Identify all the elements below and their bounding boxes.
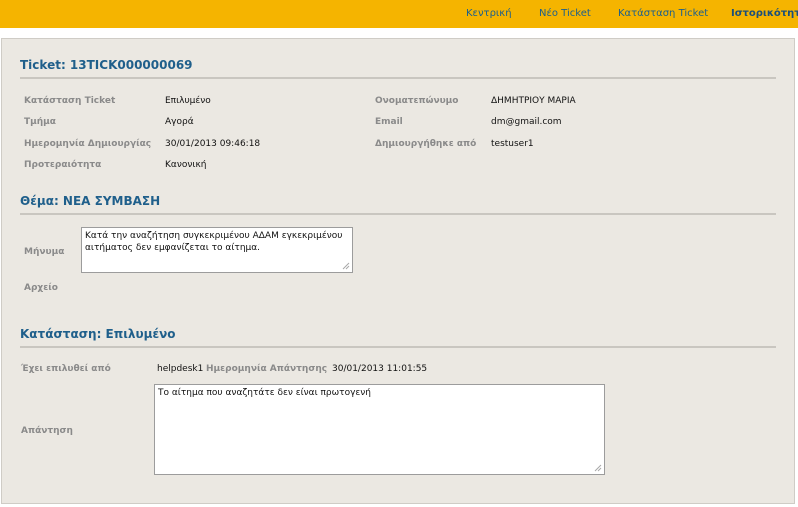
top-nav-bar: Κεντρική Νέο Ticket Κατάσταση Ticket Ιστ… (0, 0, 798, 28)
department-label: Τμήμα (24, 117, 56, 127)
nav-home-link[interactable]: Κεντρική (466, 0, 512, 28)
subject-title: Θέμα: ΝΕΑ ΣΥΜΒΑΣΗ (20, 194, 161, 208)
created-date-label: Ημερομηνία Δημιουργίας (24, 139, 152, 149)
created-date-value: 30/01/2013 09:46:18 (165, 139, 261, 149)
answer-text: Το αίτημα που αναζητάτε δεν είναι πρωτογ… (158, 388, 372, 398)
nav-new-ticket-link[interactable]: Νέο Ticket (539, 0, 591, 28)
nav-ticket-status-link[interactable]: Κατάσταση Ticket (618, 0, 708, 28)
answer-label: Απάντηση (21, 426, 73, 436)
ticket-divider (20, 77, 776, 79)
created-by-value: testuser1 (491, 139, 534, 149)
fullname-label: Ονοματεπώνυμο (375, 96, 459, 106)
solved-by-label: Έχει επιλυθεί από (21, 364, 111, 374)
subject-divider (20, 213, 776, 215)
resize-grip-icon[interactable] (342, 262, 350, 270)
status-value: Επιλυμένο (165, 96, 211, 106)
resolution-title: Κατάσταση: Επιλυμένο (20, 327, 176, 341)
message-text: Κατά την αναζήτηση συγκεκριμένου ΑΔΑΜ εγ… (85, 231, 343, 253)
solved-by-value: helpdesk1 (157, 364, 204, 374)
priority-value: Κανονική (165, 160, 207, 170)
resolution-divider (20, 346, 776, 348)
answer-textarea[interactable]: Το αίτημα που αναζητάτε δεν είναι πρωτογ… (154, 384, 605, 475)
message-label: Μήνυμα (24, 247, 65, 257)
email-value: dm@gmail.com (491, 117, 562, 127)
ticket-title: Ticket: 13TICK000000069 (20, 58, 193, 72)
answer-date-value: 30/01/2013 11:01:55 (332, 364, 428, 374)
fullname-value: ΔΗΜΗΤΡΙΟΥ ΜΑΡΙΑ (491, 96, 576, 106)
status-label: Κατάσταση Ticket (24, 96, 116, 106)
email-label: Email (375, 117, 403, 127)
created-by-label: Δημιουργήθηκε από (375, 139, 477, 149)
answer-date-label: Ημερομηνία Απάντησης (206, 364, 328, 374)
resize-grip-icon[interactable] (594, 464, 602, 472)
nav-history-link[interactable]: Ιστορικότητα (731, 0, 798, 28)
file-label: Αρχείο (24, 283, 58, 293)
ticket-details-panel: Ticket: 13TICK000000069 Κατάσταση Ticket… (1, 38, 795, 504)
message-textarea[interactable]: Κατά την αναζήτηση συγκεκριμένου ΑΔΑΜ εγ… (81, 227, 353, 273)
department-value: Αγορά (165, 117, 194, 127)
priority-label: Προτεραιότητα (24, 160, 102, 170)
